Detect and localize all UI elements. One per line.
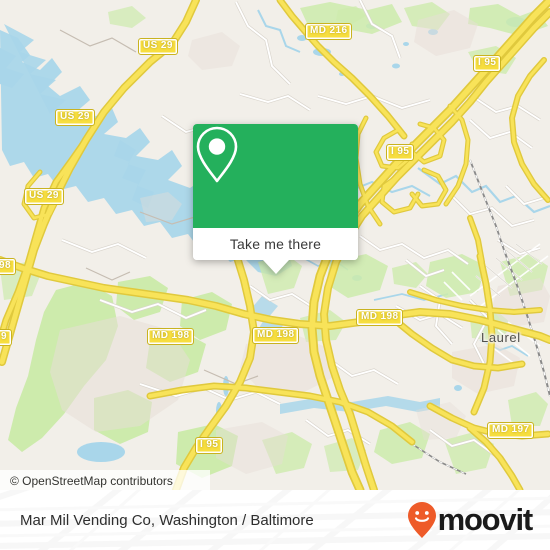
- destination-callout[interactable]: Take me there: [193, 124, 358, 274]
- moovit-pin-smiley-icon: [407, 502, 436, 538]
- road-shield: I 95: [195, 437, 224, 454]
- road-shield: MD 198: [252, 327, 300, 344]
- take-me-there-button[interactable]: Take me there: [193, 228, 358, 260]
- road-shield: MD 198: [356, 309, 404, 326]
- callout-tail: [262, 260, 289, 274]
- road-shield: 9: [0, 329, 12, 346]
- footer-bar: Mar Mil Vending Co, Washington / Baltimo…: [0, 490, 550, 550]
- road-shield: MD 216: [305, 23, 353, 40]
- road-shield: MD 198: [147, 328, 195, 345]
- road-shield: 98: [0, 258, 16, 275]
- take-me-there-label: Take me there: [229, 236, 322, 252]
- road-shield: US 29: [24, 188, 64, 205]
- place-title-text: Mar Mil Vending Co, Washington / Baltimo…: [20, 511, 314, 529]
- moovit-place-card: US 29 US 29 US 29 MD 216 I 95 I 95 98 9 MD 198 MD…: [0, 0, 550, 550]
- callout-body: Take me there: [193, 124, 358, 260]
- place-label: Laurel: [481, 330, 521, 345]
- place-title: Mar Mil Vending Co, Washington / Baltimo…: [20, 490, 314, 550]
- attribution-text: © OpenStreetMap contributors: [10, 474, 173, 488]
- map-attribution[interactable]: © OpenStreetMap contributors: [0, 470, 210, 490]
- road-shield: US 29: [55, 109, 95, 126]
- road-shield: I 95: [386, 144, 415, 161]
- callout-icon-area: [193, 124, 358, 228]
- map-canvas[interactable]: US 29 US 29 US 29 MD 216 I 95 I 95 98 9 MD 198 MD…: [0, 0, 550, 490]
- road-shield: MD 197: [487, 422, 535, 439]
- moovit-logo[interactable]: moovit: [407, 490, 534, 550]
- road-shield: US 29: [138, 38, 178, 55]
- moovit-wordmark: moovit: [437, 502, 534, 537]
- road-shield: I 95: [473, 55, 502, 72]
- map-pin-icon: [196, 126, 238, 183]
